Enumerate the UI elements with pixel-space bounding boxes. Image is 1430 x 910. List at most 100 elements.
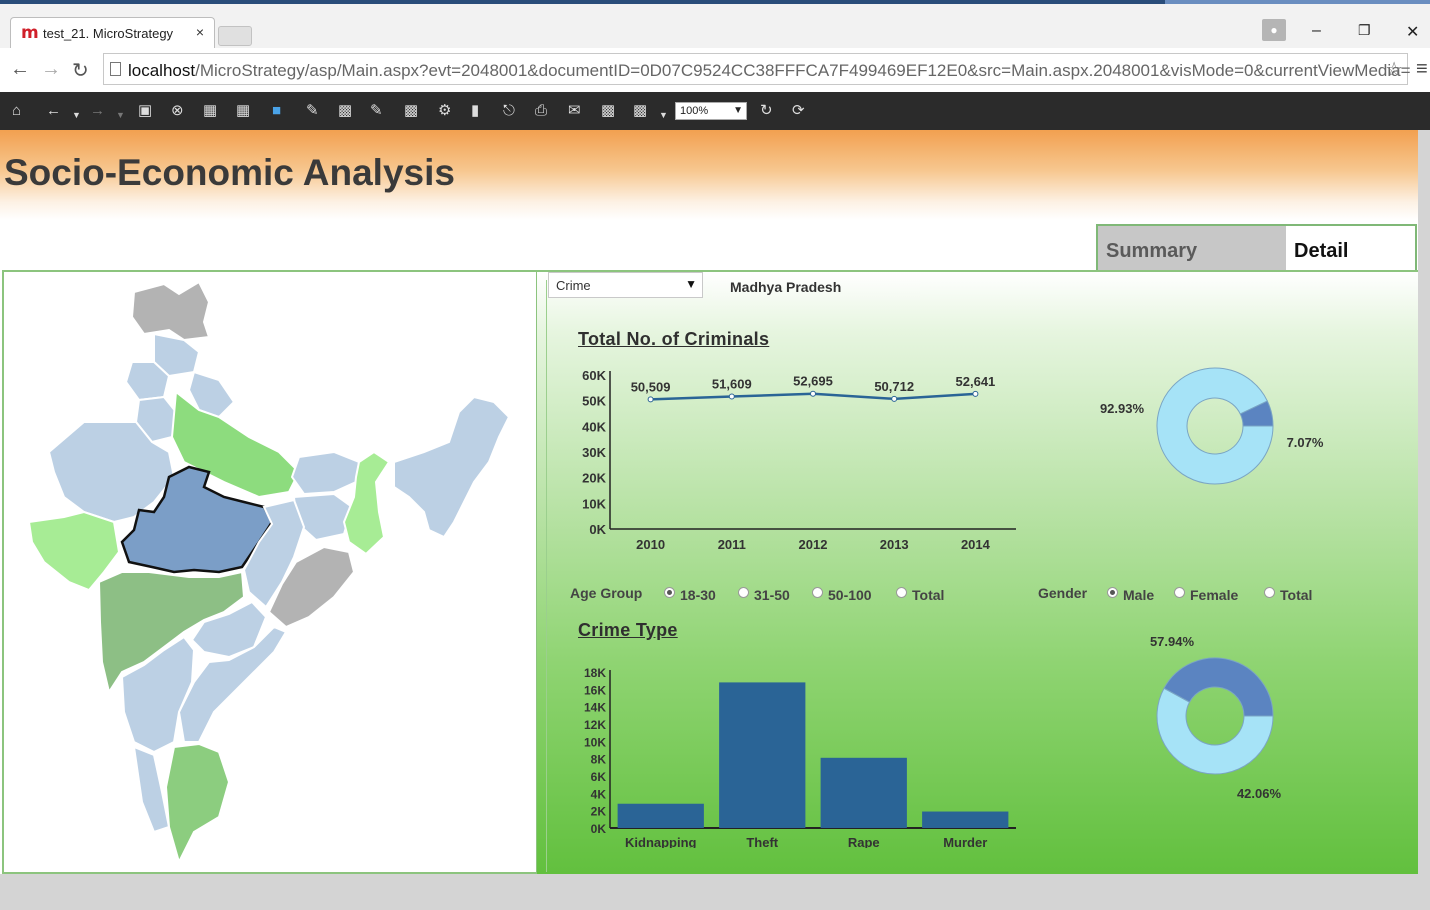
app-toolbar: ⌂ ← ▼ → ▼ ▣ ⊗ ▦ ▦ ■ ✎ ▩ ✎ ▩ ⚙ ▮ ⎋ ⎙ ✉ ▩ … (0, 92, 1430, 130)
back-icon[interactable]: ← (46, 102, 61, 120)
x-tick-label: 2010 (636, 537, 665, 552)
document-canvas: Socio-Economic Analysis Summary Detail C… (0, 130, 1418, 874)
page-icon (110, 62, 121, 76)
browser-tab[interactable]: m test_21. MicroStrategy × (10, 17, 215, 48)
tab-close-icon[interactable]: × (196, 24, 204, 40)
new-tab-button[interactable] (218, 26, 252, 46)
gender-total-label[interactable]: Total (1280, 587, 1312, 603)
export-icon[interactable]: ■ (272, 102, 281, 120)
home-icon[interactable]: ⌂ (12, 102, 21, 120)
age-18-30-label[interactable]: 18-30 (680, 587, 716, 603)
age-31-50-label[interactable]: 31-50 (754, 587, 790, 603)
tab-detail[interactable]: Detail (1286, 224, 1417, 272)
x-tick-label: 2011 (718, 537, 746, 552)
email-icon[interactable]: ✉ (568, 102, 581, 120)
data-point (728, 393, 735, 400)
gender-male-radio[interactable] (1107, 587, 1118, 598)
x-tick-label: Murder (943, 835, 987, 848)
x-tick-label: Theft (746, 835, 778, 848)
export-dropdown-icon[interactable]: ▼ (659, 106, 668, 124)
age-50-100-label[interactable]: 50-100 (828, 587, 872, 603)
forward-icon[interactable]: → (90, 102, 105, 120)
gender-female-label[interactable]: Female (1190, 587, 1238, 603)
cancel-icon[interactable]: ⊗ (171, 102, 184, 120)
x-tick-label: 2013 (880, 537, 909, 552)
y-tick-label: 30K (582, 445, 606, 460)
gender-total-radio[interactable] (1264, 587, 1275, 598)
bar (820, 757, 907, 828)
close-window-button[interactable]: ✕ (1406, 22, 1419, 42)
reprompt-icon[interactable]: ⟳ (792, 102, 805, 120)
design-icon[interactable]: ▩ (338, 102, 352, 120)
bar (719, 682, 806, 828)
user-profile-icon[interactable]: ● (1262, 19, 1286, 41)
y-tick-label: 50K (582, 394, 606, 409)
map-region-kerala[interactable] (132, 745, 171, 834)
restore-button[interactable]: ❐ (1358, 22, 1371, 39)
share-icon[interactable]: ⎋ (503, 102, 515, 120)
metric-dropdown[interactable]: Crime ▼ (548, 272, 703, 298)
export-pdf-icon[interactable]: ▩ (633, 102, 647, 120)
y-tick-label: 18K (584, 666, 606, 680)
back-arrow-icon[interactable]: ← (10, 58, 30, 81)
slice-label: 7.07% (1287, 435, 1324, 450)
y-tick-label: 20K (582, 471, 606, 486)
edit-document-icon[interactable]: ✎ (370, 102, 383, 120)
back-dropdown-icon[interactable]: ▼ (72, 106, 81, 124)
reload-icon[interactable]: ↻ (72, 58, 89, 83)
map-region-northeast[interactable] (393, 395, 511, 539)
edit-icon[interactable]: ✎ (306, 102, 319, 120)
y-tick-label: 0K (589, 522, 606, 537)
microstrategy-logo-icon: m (21, 23, 39, 43)
crime-type-chart-title: Crime Type (578, 620, 678, 640)
age-50-100-radio[interactable] (812, 587, 823, 598)
map-region-bihar[interactable] (290, 450, 361, 496)
y-tick-label: 16K (584, 683, 606, 697)
address-row: ← → ↻ localhost/MicroStrategy/asp/Main.a… (0, 48, 1430, 92)
save-icon[interactable]: ▦ (203, 102, 217, 120)
gender-female-radio[interactable] (1174, 587, 1185, 598)
page-setup-icon[interactable]: ▩ (404, 102, 418, 120)
gender-donut-chart: 57.94% 42.06% (1150, 634, 1282, 801)
slice-label: 57.94% (1150, 634, 1195, 649)
zoom-select[interactable]: 100% ▼ (675, 102, 747, 120)
open-folder-icon[interactable]: ▣ (138, 102, 152, 120)
criminals-chart-title: Total No. of Criminals (578, 329, 770, 349)
bar (922, 811, 1009, 828)
x-tick-label: Rape (848, 835, 880, 848)
y-tick-label: 2K (591, 805, 607, 819)
slice-label: 92.93% (1100, 401, 1145, 416)
age-31-50-radio[interactable] (738, 587, 749, 598)
age-18-30-radio[interactable] (664, 587, 675, 598)
x-tick-label: 2014 (961, 537, 991, 552)
address-bar[interactable]: localhost/MicroStrategy/asp/Main.aspx?ev… (103, 53, 1411, 85)
map-region-tamil-nadu[interactable] (164, 742, 231, 865)
tab-title: test_21. MicroStrategy (43, 26, 174, 41)
panel-divider (546, 280, 547, 872)
forward-dropdown-icon[interactable]: ▼ (116, 106, 125, 124)
forward-arrow-icon[interactable]: → (41, 58, 61, 81)
y-tick-label: 40K (582, 419, 606, 434)
data-label: 50,712 (874, 379, 914, 394)
age-total-radio[interactable] (896, 587, 907, 598)
refresh-icon[interactable]: ↻ (760, 102, 773, 120)
url-text: localhost/MicroStrategy/asp/Main.aspx?ev… (128, 61, 1411, 80)
bookmark-star-icon[interactable]: ☆ (1385, 57, 1403, 82)
subscribe-icon[interactable]: ▩ (601, 102, 615, 120)
crime-type-bar-chart: 0K 2K 4K 6K 8K 10K 12K 14K 16K 18K Kidnapping Theft… (584, 666, 1016, 848)
gender-male-label[interactable]: Male (1123, 587, 1154, 603)
y-tick-label: 14K (584, 701, 606, 715)
settings-icon[interactable]: ⚙ (438, 102, 451, 120)
map-panel (2, 270, 538, 874)
map-region-jammu-kashmir[interactable] (130, 280, 211, 342)
bookmark-icon[interactable]: ▮ (471, 102, 479, 120)
age-total-label[interactable]: Total (912, 587, 944, 603)
minimize-button[interactable]: – (1312, 22, 1321, 40)
print-icon[interactable]: ⎙ (535, 102, 547, 120)
save-as-icon[interactable]: ▦ (236, 102, 250, 120)
browser-menu-icon[interactable]: ≡ (1416, 58, 1428, 81)
chevron-down-icon: ▼ (733, 105, 743, 116)
criminals-line-chart: 0K 10K 20K 30K 40K 50K 60K 50,509 2010 51,609 2011… (582, 368, 1016, 552)
data-label: 51,609 (712, 377, 752, 392)
tab-summary[interactable]: Summary (1096, 224, 1287, 272)
